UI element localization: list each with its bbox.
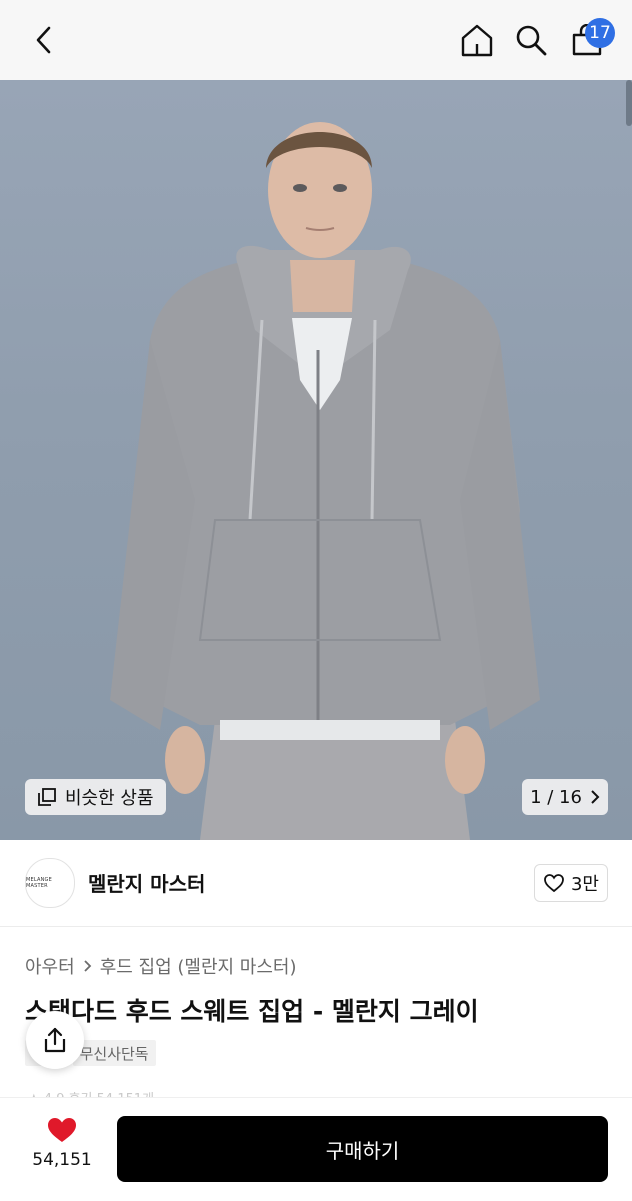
chevron-right-icon xyxy=(84,960,91,972)
wishlist-count: 54,151 xyxy=(32,1150,92,1170)
image-counter: 1 / 16 xyxy=(530,786,582,808)
brand-logo[interactable]: MELANGE MASTER xyxy=(25,858,75,908)
back-chevron-icon xyxy=(36,26,51,54)
brand-like-button[interactable]: 3만 xyxy=(534,864,608,902)
home-button[interactable] xyxy=(453,16,501,64)
breadcrumb-subcategory[interactable]: 후드 집업 (멜란지 마스터) xyxy=(100,953,297,979)
brand-name[interactable]: 멜란지 마스터 xyxy=(88,868,205,897)
bottom-action-bar: 54,151 구매하기 xyxy=(0,1097,632,1201)
share-icon xyxy=(44,1027,66,1053)
back-button[interactable] xyxy=(20,16,68,64)
buy-button[interactable]: 구매하기 xyxy=(117,1116,608,1182)
brand-row: MELANGE MASTER 멜란지 마스터 3만 xyxy=(0,840,632,927)
share-button[interactable] xyxy=(26,1011,84,1069)
chevron-right-icon xyxy=(591,790,600,804)
copy-stack-icon xyxy=(38,788,56,806)
tag-exclusive: 무신사단독 xyxy=(72,1040,156,1066)
brand-like-count: 3만 xyxy=(570,874,599,895)
product-image[interactable] xyxy=(0,80,632,840)
cart-button[interactable]: 17 xyxy=(563,16,615,64)
page-scrollbar[interactable] xyxy=(626,80,632,126)
wishlist-button[interactable]: 54,151 xyxy=(28,1116,96,1180)
similar-products-label: 비슷한 상품 xyxy=(65,788,154,809)
top-app-bar: 17 xyxy=(0,0,632,80)
image-counter-button[interactable]: 1 / 16 xyxy=(522,779,608,815)
home-icon xyxy=(461,24,493,57)
search-button[interactable] xyxy=(507,16,555,64)
breadcrumb: 아우터 후드 집업 (멜란지 마스터) xyxy=(25,953,297,979)
breadcrumb-category[interactable]: 아우터 xyxy=(25,953,75,979)
product-title: 스탠다드 후드 스웨트 집업 - 멜란지 그레이 xyxy=(25,997,479,1026)
heart-filled-icon xyxy=(48,1118,76,1142)
similar-products-button[interactable]: 비슷한 상품 xyxy=(25,779,166,815)
heart-outline-icon xyxy=(544,874,564,893)
cart-count-badge: 17 xyxy=(585,18,615,48)
model-hoodie-photo xyxy=(110,122,540,840)
search-icon xyxy=(516,25,547,56)
